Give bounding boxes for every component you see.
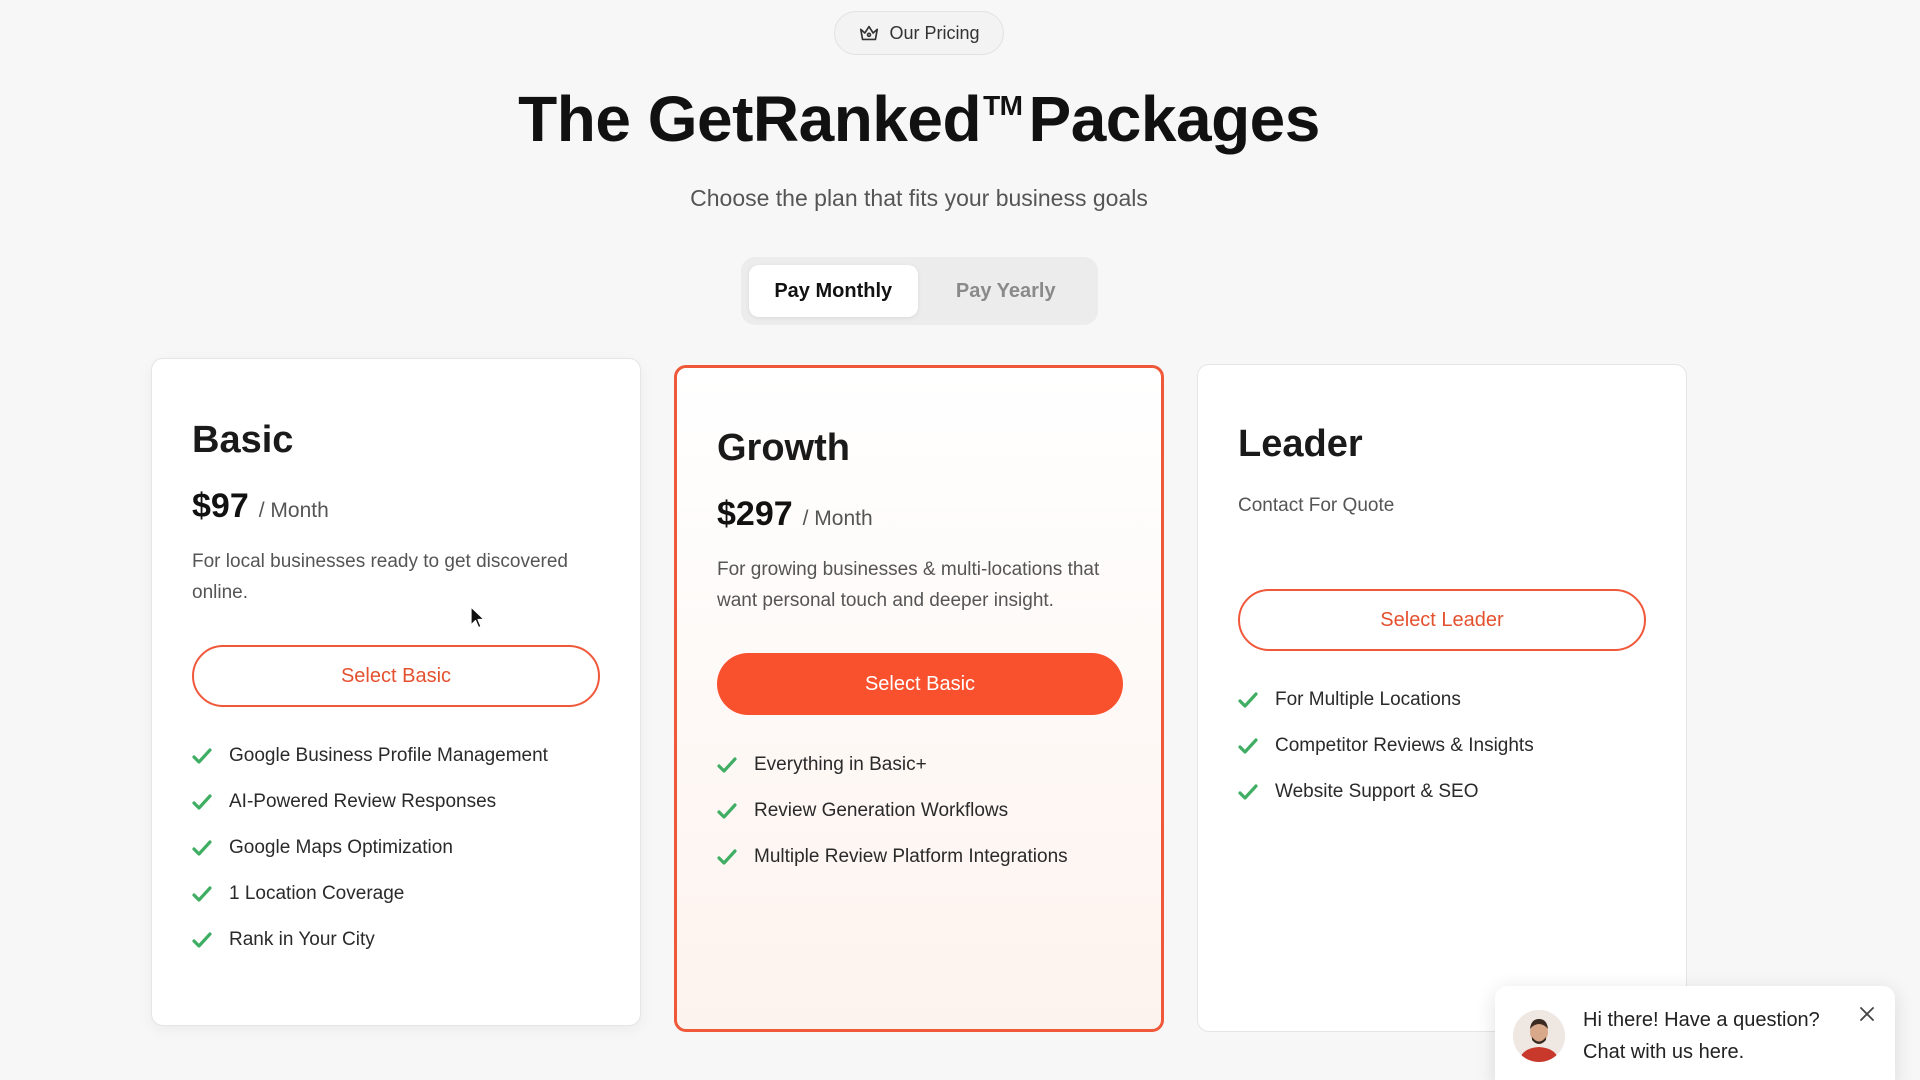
contact-for-quote-text: Contact For Quote (1238, 495, 1395, 516)
close-icon[interactable] (1857, 1004, 1877, 1024)
chat-message-line2: Chat with us here. (1583, 1041, 1745, 1063)
list-item: Review Generation Workflows (717, 788, 1068, 834)
plan-card-growth: Growth $297 / Month For growing business… (674, 365, 1164, 1032)
plan-period: / Month (258, 499, 329, 522)
feature-label: 1 Location Coverage (229, 883, 405, 904)
check-icon (1238, 692, 1258, 708)
check-icon (717, 803, 737, 819)
check-icon (192, 794, 212, 810)
chat-message[interactable]: Hi there! Have a question? Chat with us … (1583, 1004, 1820, 1068)
list-item: Website Support & SEO (1238, 769, 1534, 815)
title-part2: Packages (1028, 83, 1321, 155)
page-title: The GetRankedTMPackages (0, 82, 1838, 156)
chat-message-line1: Hi there! Have a question? (1583, 1009, 1820, 1031)
feature-label: Google Maps Optimization (229, 837, 453, 858)
chat-widget[interactable]: Hi there! Have a question? Chat with us … (1495, 986, 1895, 1080)
our-pricing-badge: Our Pricing (834, 11, 1004, 55)
list-item: Google Business Profile Management (192, 733, 548, 779)
plan-period: / Month (802, 507, 873, 530)
plan-price: $297 (717, 495, 793, 533)
support-agent-avatar (1513, 1010, 1565, 1062)
pricing-page: Our Pricing The GetRankedTMPackages Choo… (0, 0, 1920, 1080)
list-item: Multiple Review Platform Integrations (717, 834, 1068, 880)
feature-label: Website Support & SEO (1275, 781, 1479, 802)
feature-label: Competitor Reviews & Insights (1275, 735, 1534, 756)
plan-description: For growing businesses & multi-locations… (717, 559, 1100, 611)
feature-label: For Multiple Locations (1275, 689, 1461, 710)
list-item: For Multiple Locations (1238, 677, 1534, 723)
check-icon (192, 886, 212, 902)
plan-name: Basic (192, 419, 294, 461)
feature-label: Review Generation Workflows (754, 800, 1009, 821)
feature-label: Google Business Profile Management (229, 745, 548, 766)
list-item: AI-Powered Review Responses (192, 779, 548, 825)
select-growth-button[interactable]: Select Basic (717, 653, 1123, 715)
plan-card-leader: Leader Contact For Quote Select Leader F… (1197, 364, 1687, 1032)
list-item: Competitor Reviews & Insights (1238, 723, 1534, 769)
billing-toggle: Pay Monthly Pay Yearly (741, 257, 1098, 325)
mouse-cursor-icon (470, 606, 485, 629)
feature-label: AI-Powered Review Responses (229, 791, 497, 812)
check-icon (717, 757, 737, 773)
list-item: Google Maps Optimization (192, 825, 548, 871)
check-icon (717, 849, 737, 865)
feature-list: Google Business Profile Management AI-Po… (192, 733, 548, 963)
feature-list: Everything in Basic+ Review Generation W… (717, 742, 1068, 880)
feature-list: For Multiple Locations Competitor Review… (1238, 677, 1534, 815)
select-basic-button[interactable]: Select Basic (192, 645, 600, 707)
plan-price: $97 (192, 487, 249, 525)
check-icon (1238, 784, 1258, 800)
feature-label: Rank in Your City (229, 929, 375, 950)
check-icon (1238, 738, 1258, 754)
list-item: 1 Location Coverage (192, 871, 548, 917)
check-icon (192, 748, 212, 764)
badge-label: Our Pricing (889, 22, 980, 43)
feature-label: Everything in Basic+ (754, 754, 927, 775)
list-item: Rank in Your City (192, 917, 548, 963)
feature-label: Multiple Review Platform Integrations (754, 846, 1068, 867)
pay-yearly-option[interactable]: Pay Yearly (922, 265, 1091, 317)
select-leader-button[interactable]: Select Leader (1238, 589, 1646, 651)
plan-name: Leader (1238, 423, 1363, 465)
list-item: Everything in Basic+ (717, 742, 1068, 788)
plan-card-basic: Basic $97 / Month For local businesses r… (151, 358, 641, 1026)
crown-icon (860, 25, 879, 41)
price-row: $297 / Month (717, 495, 873, 534)
plan-name: Growth (717, 427, 850, 469)
pay-monthly-option[interactable]: Pay Monthly (749, 265, 918, 317)
check-icon (192, 840, 212, 856)
page-subtitle: Choose the plan that fits your business … (690, 185, 1148, 211)
plan-description: For local businesses ready to get discov… (192, 551, 568, 603)
trademark-mark: TM (983, 90, 1023, 121)
price-row: $97 / Month (192, 487, 329, 526)
check-icon (192, 932, 212, 948)
title-part1: The GetRanked (518, 83, 982, 155)
